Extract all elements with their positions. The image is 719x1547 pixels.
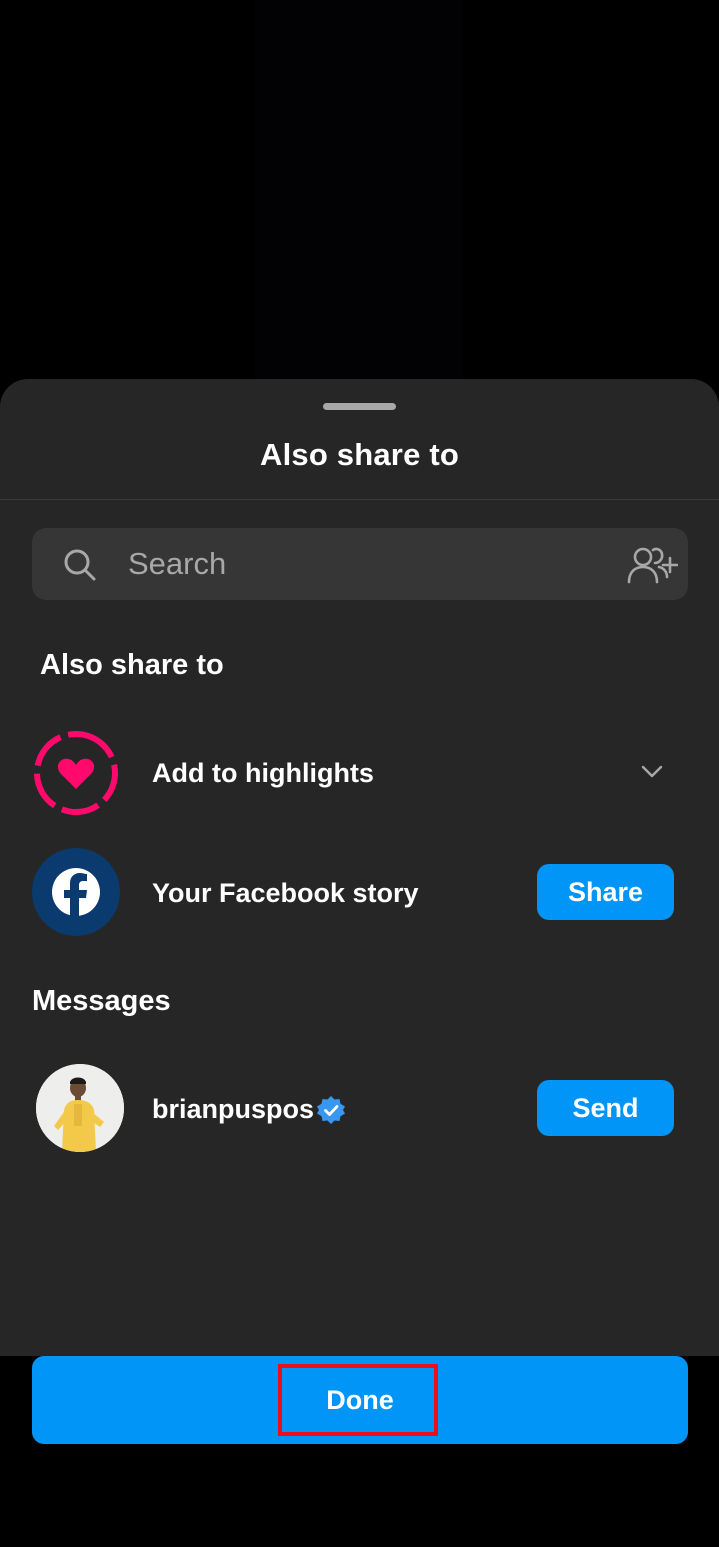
search-input[interactable] <box>128 528 608 600</box>
sheet-drag-handle[interactable] <box>323 403 396 410</box>
search-icon <box>64 549 96 581</box>
avatar <box>36 1064 124 1152</box>
send-button[interactable]: Send <box>537 1080 674 1136</box>
add-to-highlights-label[interactable]: Add to highlights <box>152 758 374 789</box>
facebook-icon <box>32 848 120 936</box>
messages-heading: Messages <box>32 985 171 1017</box>
sheet-title: Also share to <box>260 437 459 472</box>
search-bar <box>32 528 688 600</box>
facebook-share-button[interactable]: Share <box>537 864 674 920</box>
story-preview-backdrop <box>0 0 719 380</box>
contact-username: brianpuspos <box>152 1094 315 1124</box>
add-people-icon[interactable] <box>626 544 678 586</box>
story-media <box>255 0 463 380</box>
done-button[interactable]: Done <box>32 1356 688 1444</box>
highlight-heart-icon[interactable] <box>32 729 120 817</box>
share-sheet: Also share to Also share to Add to highl… <box>0 379 719 1356</box>
verified-badge-icon <box>317 1096 345 1124</box>
also-share-heading: Also share to <box>40 649 224 681</box>
chevron-down-icon[interactable] <box>640 762 664 782</box>
facebook-story-label: Your Facebook story <box>152 878 419 908</box>
sheet-divider <box>0 499 719 500</box>
